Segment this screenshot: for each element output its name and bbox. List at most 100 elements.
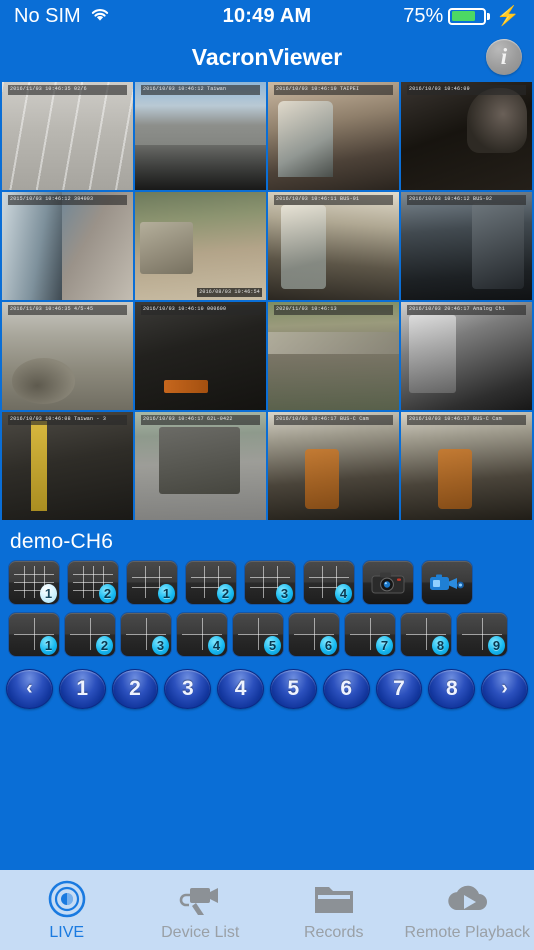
pager-page-button-4[interactable]: 4 bbox=[217, 669, 264, 709]
video-tile[interactable]: 2016/10/03 10:46:17 62L-0422 bbox=[135, 412, 266, 520]
video-tile[interactable]: 2016/11/03 10:46:35 4/5-45 bbox=[2, 302, 133, 410]
video-timestamp-overlay: 2016/10/03 10:46:17 62L-0422 bbox=[141, 415, 260, 425]
pager-prev-button[interactable]: ‹ bbox=[6, 669, 53, 709]
video-frame bbox=[2, 302, 133, 410]
live-eye-icon bbox=[46, 879, 88, 919]
video-frame bbox=[401, 412, 532, 520]
video-timestamp-overlay: 2016/10/03 10:46:10 TAIPEI bbox=[274, 85, 393, 95]
video-tile[interactable]: 2016/10/03 10:46:10 000600 bbox=[135, 302, 266, 410]
layout-4ch-page4[interactable]: 4 bbox=[176, 612, 228, 657]
tab-label: Remote Playback bbox=[404, 923, 530, 941]
tab-live[interactable]: LIVE bbox=[0, 870, 134, 950]
layout-badge: 1 bbox=[40, 636, 57, 655]
video-timestamp-overlay: 2020/11/03 10:46:13 bbox=[274, 305, 393, 315]
video-frame bbox=[401, 82, 532, 190]
lightning-bolt-icon: ⚡ bbox=[496, 5, 520, 27]
layout-9ch-page2[interactable]: 2 bbox=[185, 560, 237, 605]
video-timestamp-overlay: 2016/10/03 10:46:08 Taiwan - 3 bbox=[8, 415, 127, 425]
video-tile[interactable]: 2016/10/03 10:46:17 BUS-C Cam bbox=[268, 412, 399, 520]
video-tile[interactable]: 2016/10/03 10:46:11 BUS-01 bbox=[268, 192, 399, 300]
video-tile[interactable]: 2016/11/03 10:46:35 02/6 bbox=[2, 82, 133, 190]
pager-page-button-6[interactable]: 6 bbox=[322, 669, 370, 709]
tab-device-list[interactable]: Device List bbox=[134, 870, 268, 950]
pager-page-button-5[interactable]: 5 bbox=[270, 669, 317, 709]
layout-4ch-page8[interactable]: 8 bbox=[400, 612, 452, 657]
info-icon[interactable]: i bbox=[486, 39, 522, 75]
record-button[interactable] bbox=[421, 560, 473, 605]
layout-4ch-page5[interactable]: 5 bbox=[232, 612, 284, 657]
video-timestamp-overlay: 2016/08/03 10:46:54 bbox=[197, 287, 262, 297]
layout-button-row-primary: 1 2 1 2 3 4 bbox=[8, 560, 526, 605]
nav-bar: VacronViewer i bbox=[0, 32, 534, 82]
layout-4ch-page2[interactable]: 2 bbox=[64, 612, 116, 657]
video-frame bbox=[2, 412, 133, 520]
video-camera-icon bbox=[177, 879, 223, 919]
wifi-icon bbox=[89, 5, 111, 28]
video-grid: 2016/11/03 10:46:35 02/6 2016/10/03 10:46… bbox=[0, 82, 534, 522]
video-tile[interactable]: 2016/10/03 10:46:12 BUS-02 bbox=[401, 192, 532, 300]
video-tile[interactable]: 2016/10/03 10:46:17 BUS-C Cam bbox=[401, 412, 532, 520]
pager-page-button-7[interactable]: 7 bbox=[375, 669, 423, 709]
camcorder-icon bbox=[430, 574, 464, 590]
status-bar-left: No SIM bbox=[14, 5, 111, 28]
layout-4ch-page1[interactable]: 1 bbox=[8, 612, 60, 657]
layout-badge: 2 bbox=[217, 584, 234, 603]
folder-icon bbox=[312, 879, 356, 919]
cloud-play-icon bbox=[444, 879, 490, 919]
layout-4ch-page6[interactable]: 6 bbox=[288, 612, 340, 657]
video-timestamp-overlay: 2016/11/03 10:46:35 4/5-45 bbox=[8, 305, 127, 315]
layout-badge: 1 bbox=[158, 584, 175, 603]
video-frame bbox=[135, 192, 266, 300]
video-timestamp-overlay: 2016/10/03 20:46:17 Analog Ch1 bbox=[407, 305, 526, 315]
layout-badge: 4 bbox=[208, 636, 225, 655]
video-frame bbox=[135, 412, 266, 520]
video-tile[interactable]: 2016/10/03 10:46:12 Taiwan bbox=[135, 82, 266, 190]
layout-badge: 6 bbox=[320, 636, 337, 655]
layout-4ch-page3[interactable]: 3 bbox=[120, 612, 172, 657]
layout-9ch-page1[interactable]: 1 bbox=[126, 560, 178, 605]
carrier-label: No SIM bbox=[14, 4, 81, 27]
video-timestamp-overlay: 2016/10/03 10:46:12 Taiwan bbox=[141, 85, 260, 95]
video-tile[interactable]: 2016/10/03 20:46:17 Analog Ch1 bbox=[401, 302, 532, 410]
video-tile[interactable]: 2016/08/03 10:46:54 bbox=[135, 192, 266, 300]
layout-badge: 7 bbox=[376, 636, 393, 655]
layout-4ch-page7[interactable]: 7 bbox=[344, 612, 396, 657]
layout-9ch-page3[interactable]: 3 bbox=[244, 560, 296, 605]
camera-icon bbox=[371, 572, 405, 593]
video-tile[interactable]: 2016/10/03 10:46:10 TAIPEI bbox=[268, 82, 399, 190]
layout-9ch-page4[interactable]: 4 bbox=[303, 560, 355, 605]
layout-badge: 9 bbox=[488, 636, 505, 655]
video-tile[interactable]: 2016/10/03 10:46:08 Taiwan - 3 bbox=[2, 412, 133, 520]
snapshot-button[interactable] bbox=[362, 560, 414, 605]
tab-remote-playback[interactable]: Remote Playback bbox=[401, 870, 534, 950]
video-tile[interactable]: 2020/11/03 10:46:13 bbox=[268, 302, 399, 410]
tab-label: Device List bbox=[161, 923, 240, 941]
pager-page-button-8[interactable]: 8 bbox=[428, 669, 476, 709]
video-tile[interactable]: 2016/10/03 10:46:09 bbox=[401, 82, 532, 190]
layout-badge: 2 bbox=[96, 636, 113, 655]
pager-page-button-1[interactable]: 1 bbox=[58, 669, 106, 709]
device-channel-label: demo-CH6 bbox=[10, 530, 114, 553]
status-bar: No SIM 10:49 AM 75% ⚡ bbox=[0, 0, 534, 32]
video-frame bbox=[268, 412, 399, 520]
video-timestamp-overlay: 2016/10/03 10:46:10 000600 bbox=[141, 305, 260, 315]
layout-16ch-page2[interactable]: 2 bbox=[67, 560, 119, 605]
video-frame bbox=[2, 82, 133, 190]
status-bar-right: 75% ⚡ bbox=[403, 5, 520, 28]
video-timestamp-overlay: 2016/10/03 10:46:17 BUS-C Cam bbox=[407, 415, 526, 425]
video-frame bbox=[268, 192, 399, 300]
pager-next-button[interactable]: › bbox=[481, 669, 528, 709]
video-frame bbox=[401, 192, 532, 300]
video-tile[interactable]: 2015/10/03 10:46:12 384003 bbox=[2, 192, 133, 300]
pager-page-button-3[interactable]: 3 bbox=[164, 669, 212, 709]
video-timestamp-overlay: 2015/10/03 10:46:12 384003 bbox=[8, 195, 127, 205]
pager-page-button-2[interactable]: 2 bbox=[111, 669, 159, 709]
bottom-tab-bar: LIVE Device List Records Remote Playback bbox=[0, 868, 534, 950]
battery-percent-label: 75% bbox=[403, 4, 444, 27]
layout-4ch-page9[interactable]: 9 bbox=[456, 612, 508, 657]
layout-16ch-page1[interactable]: 1 bbox=[8, 560, 60, 605]
tab-records[interactable]: Records bbox=[267, 870, 401, 950]
video-frame bbox=[401, 302, 532, 410]
layout-badge: 5 bbox=[264, 636, 281, 655]
video-timestamp-overlay: 2016/10/03 10:46:11 BUS-01 bbox=[274, 195, 393, 205]
